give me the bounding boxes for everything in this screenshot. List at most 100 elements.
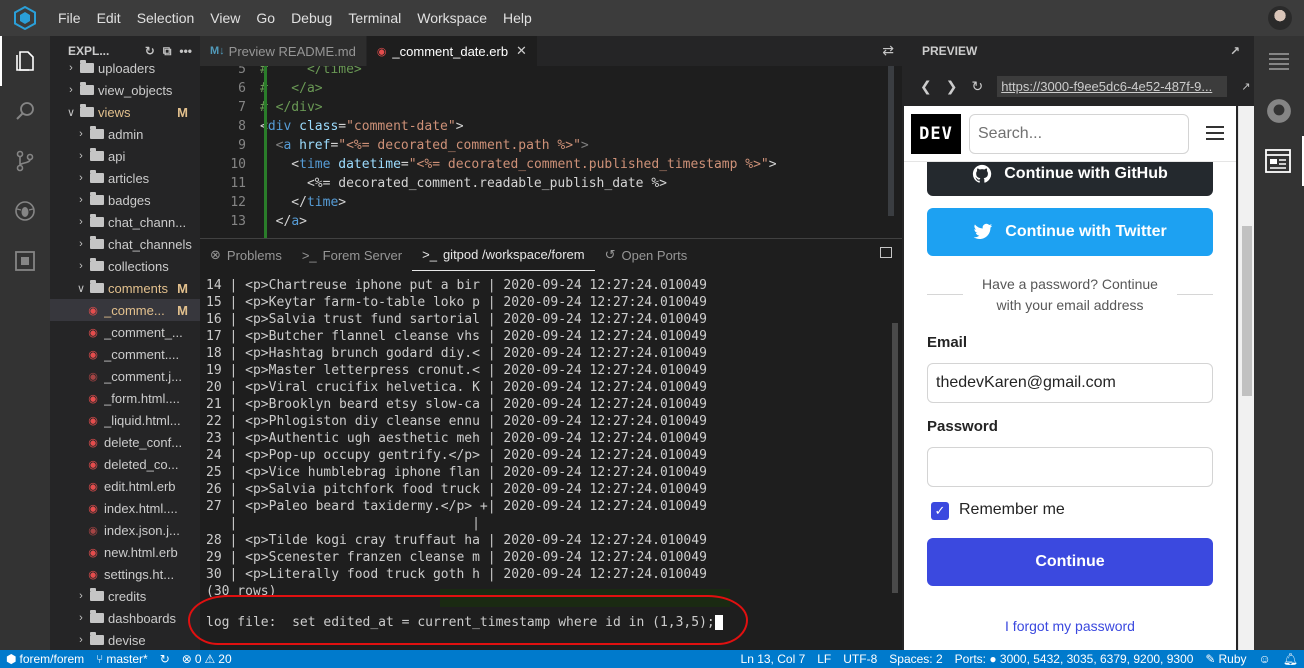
tab-terminal[interactable]: >_ gitpod /workspace/forem [412,239,595,271]
tree-folder[interactable]: › chat_channels [50,233,200,255]
url-field[interactable]: https://3000-f9ee5dc6-4e52-487f-9... [997,75,1228,97]
tree-folder[interactable]: ∨ comments M [50,277,200,299]
tree-folder[interactable]: › chat_chann... [50,211,200,233]
terminal-line: 14 | <p>Chartreuse iphone put a bir | 20… [206,278,707,293]
tab-forem-server[interactable]: >_ Forem Server [292,239,412,271]
status-encoding[interactable]: UTF-8 [837,652,883,666]
tree-folder[interactable]: › dashboards [50,607,200,629]
explorer-icon[interactable] [0,36,50,86]
tree-folder[interactable]: › view_objects [50,79,200,101]
tree-file[interactable]: ◉ _comme... M [50,299,200,321]
dev-logo[interactable]: DEV [911,114,961,154]
tree-folder[interactable]: › credits [50,585,200,607]
status-language[interactable]: ✎ Ruby [1199,652,1252,666]
menu-item-help[interactable]: Help [495,0,540,36]
erb-file-icon: ◉ [88,480,98,493]
menu-item-terminal[interactable]: Terminal [340,0,409,36]
continue-with-twitter-button[interactable]: Continue with Twitter [927,208,1213,256]
erb-file-icon: ◉ [88,304,98,317]
tree-folder[interactable]: › badges [50,189,200,211]
status-repo[interactable]: ⬢ forem/forem [0,652,90,666]
tree-folder[interactable]: › uploaders [50,57,200,79]
tab-comment-date[interactable]: ◉ _comment_date.erb ✕ [366,36,538,66]
tree-file[interactable]: ◉ index.html.... [50,497,200,519]
hamburger-menu-icon[interactable] [1206,126,1224,140]
menu-item-view[interactable]: View [202,0,248,36]
tab-open-ports[interactable]: ↺ Open Ports [595,239,698,271]
scrollbar-thumb[interactable] [1242,226,1252,396]
extensions-icon[interactable] [0,236,50,286]
tree-file[interactable]: ◉ index.json.j... [50,519,200,541]
debug-icon[interactable] [0,186,50,236]
notifications-icon[interactable]: 🔔︎ [1277,652,1304,666]
menu-item-edit[interactable]: Edit [89,0,129,36]
split-editor-icon[interactable]: ⇄ [882,42,894,59]
code-line: 8 <div class="comment-date"> [200,117,902,136]
status-indentation[interactable]: Spaces: 2 [883,652,948,666]
close-icon[interactable]: ✕ [516,43,527,59]
preview-scrollbar[interactable] [1238,106,1254,650]
menu-item-workspace[interactable]: Workspace [409,0,495,36]
status-problems[interactable]: ⊗ 0 ⚠ 20 [176,652,238,666]
status-ports[interactable]: Ports: ● 3000, 5432, 3035, 6379, 9200, 9… [949,652,1200,666]
terminal-output[interactable]: 14 | <p>Chartreuse iphone put a bir | 20… [206,277,902,600]
minimap[interactable] [888,66,894,216]
status-branch[interactable]: ⑂ master* [90,652,154,666]
menu-item-file[interactable]: File [50,0,89,36]
line-number: 13 [230,214,246,229]
terminal-scrollbar[interactable] [892,323,898,593]
continue-button[interactable]: Continue [927,538,1213,586]
tree-file[interactable]: ◉ edit.html.erb [50,475,200,497]
password-field[interactable] [927,447,1213,487]
password-label: Password [927,418,998,435]
tree-folder[interactable]: › api [50,145,200,167]
tab-problems[interactable]: ⊗ Problems [200,239,292,271]
email-field[interactable]: thedevKaren@gmail.com [927,363,1213,403]
sync-icon[interactable]: ↻ [154,652,176,666]
tree-folder[interactable]: › collections [50,255,200,277]
tree-file[interactable]: ◉ delete_conf... [50,431,200,453]
maximize-panel-icon[interactable] [880,247,892,258]
status-position[interactable]: Ln 13, Col 7 [735,652,812,666]
tree-file[interactable]: ◉ _liquid.html... [50,409,200,431]
tree-file[interactable]: ◉ _form.html.... [50,387,200,409]
feedback-icon[interactable]: ☺ [1253,652,1277,666]
status-eol[interactable]: LF [811,652,837,666]
tree-folder[interactable]: › articles [50,167,200,189]
chevron-right-icon: › [79,128,83,140]
tree-folder[interactable]: ∨ views M [50,101,200,123]
tree-file[interactable]: ◉ deleted_co... [50,453,200,475]
site-search-input[interactable]: Search... [969,114,1189,154]
menu-item-selection[interactable]: Selection [129,0,203,36]
list-icon[interactable] [1254,36,1304,86]
error-count: 0 [194,652,202,666]
tree-file[interactable]: ◉ _comment_... [50,321,200,343]
terminal-prompt[interactable]: log file: set edited_at = current_timest… [206,615,723,630]
tree-label: articles [108,170,150,186]
menu-item-go[interactable]: Go [248,0,283,36]
github-icon[interactable] [1254,86,1304,136]
tree-file[interactable]: ◉ _comment.j... [50,365,200,387]
preview-header: PREVIEW ↗ [902,36,1254,66]
external-link-icon[interactable]: ↗ [1241,80,1250,93]
preview-browser-icon[interactable] [1254,136,1304,186]
markdown-icon: M↓ [210,45,225,57]
tree-file[interactable]: ◉ settings.ht... [50,563,200,585]
ports-icon: ↺ [604,247,616,262]
open-in-new-window-icon[interactable]: ↗ [1230,44,1240,58]
remember-me-checkbox[interactable]: ✓ [931,502,949,520]
tab-preview-readme[interactable]: M↓ Preview README.md [200,36,367,66]
tree-folder[interactable]: › devise [50,629,200,650]
forward-icon[interactable]: ❯ [946,78,958,95]
avatar[interactable] [1268,6,1292,30]
menu-item-debug[interactable]: Debug [283,0,340,36]
tree-folder[interactable]: › admin [50,123,200,145]
back-icon[interactable]: ❮ [920,78,932,95]
forgot-password-link[interactable]: I forgot my password [927,618,1213,634]
tree-file[interactable]: ◉ new.html.erb [50,541,200,563]
search-icon[interactable] [0,86,50,136]
tree-file[interactable]: ◉ _comment.... [50,343,200,365]
reload-icon[interactable]: ↻ [971,78,983,95]
source-control-icon[interactable] [0,136,50,186]
code-editor[interactable]: 5 # </time> 6 # </a> 7 # </div> 8 <div class="c… [200,66,902,238]
